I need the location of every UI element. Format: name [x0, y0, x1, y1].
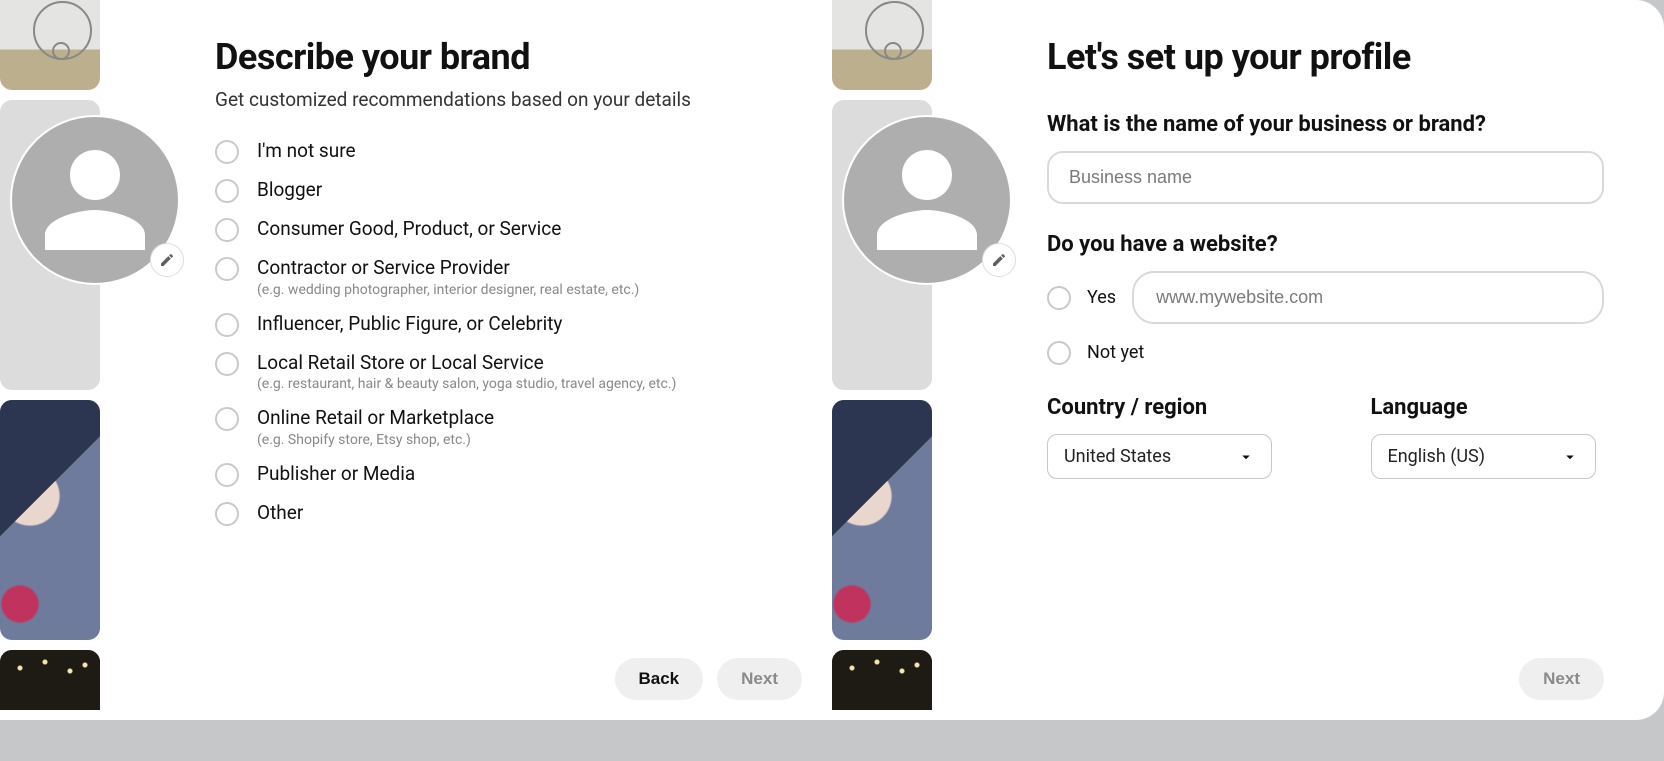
country-select[interactable]: United States: [1047, 434, 1272, 479]
radio-icon: [215, 140, 239, 164]
radio-icon: [215, 313, 239, 337]
brand-type-options: I'm not sure Blogger Consumer Good, Prod…: [215, 139, 802, 642]
yes-label[interactable]: Yes: [1087, 286, 1116, 309]
option-label: Publisher or Media: [257, 462, 415, 487]
option-label: Other: [257, 501, 303, 526]
person-icon: [35, 140, 155, 260]
option-sublabel: (e.g. wedding photographer, interior des…: [257, 282, 639, 298]
radio-icon[interactable]: [1047, 286, 1071, 310]
brand-form: Describe your brand Get customized recom…: [215, 36, 802, 700]
country-label: Country / region: [1047, 395, 1281, 420]
language-column: Language English (US): [1371, 395, 1605, 479]
thumb-face: [0, 400, 100, 640]
option-influencer[interactable]: Influencer, Public Figure, or Celebrity: [215, 312, 802, 337]
option-other[interactable]: Other: [215, 501, 802, 526]
thumb-room: [0, 0, 100, 90]
radio-icon: [215, 407, 239, 431]
profile-setup-panel: Let's set up your profile What is the na…: [832, 0, 1664, 720]
heading: Describe your brand: [215, 36, 802, 78]
thumbnail-strip: [832, 0, 932, 720]
option-publisher[interactable]: Publisher or Media: [215, 462, 802, 487]
website-input[interactable]: [1132, 271, 1604, 324]
language-label: Language: [1371, 395, 1605, 420]
radio-icon: [215, 257, 239, 281]
profile-form: Let's set up your profile What is the na…: [1047, 36, 1604, 700]
radio-icon: [215, 179, 239, 203]
website-yes-row: Yes: [1047, 271, 1604, 324]
radio-icon: [215, 502, 239, 526]
back-button[interactable]: Back: [615, 658, 704, 700]
radio-icon: [215, 352, 239, 376]
footer-actions: Next: [1047, 642, 1604, 700]
country-column: Country / region United States: [1047, 395, 1281, 479]
option-contractor[interactable]: Contractor or Service Provider (e.g. wed…: [215, 256, 802, 298]
thumb-lights: [832, 650, 932, 710]
locale-row: Country / region United States Language …: [1047, 395, 1604, 479]
brand-describe-panel: Describe your brand Get customized recom…: [0, 0, 832, 720]
edit-avatar-button[interactable]: [982, 243, 1016, 277]
option-consumer-good[interactable]: Consumer Good, Product, or Service: [215, 217, 802, 242]
option-online-retail[interactable]: Online Retail or Marketplace (e.g. Shopi…: [215, 406, 802, 448]
language-value: English (US): [1388, 446, 1486, 467]
radio-icon: [1047, 341, 1071, 365]
avatar-placeholder[interactable]: [10, 115, 180, 285]
option-sublabel: (e.g. restaurant, hair & beauty salon, y…: [257, 376, 676, 392]
thumb-lights: [0, 650, 100, 710]
option-blogger[interactable]: Blogger: [215, 178, 802, 203]
radio-icon: [215, 218, 239, 242]
pencil-icon: [159, 252, 175, 268]
language-select[interactable]: English (US): [1371, 434, 1596, 479]
footer-actions: Back Next: [215, 642, 802, 700]
thumbnail-strip: [0, 0, 100, 720]
option-label: Consumer Good, Product, or Service: [257, 217, 561, 242]
avatar-placeholder[interactable]: [842, 115, 1012, 285]
notyet-label: Not yet: [1087, 341, 1144, 364]
thumb-face: [832, 400, 932, 640]
option-label: Local Retail Store or Local Service: [257, 351, 676, 376]
next-button[interactable]: Next: [717, 658, 802, 700]
option-sublabel: (e.g. Shopify store, Etsy shop, etc.): [257, 432, 494, 448]
avatar-card: [0, 100, 100, 390]
edit-avatar-button[interactable]: [150, 243, 184, 277]
business-name-question: What is the name of your business or bra…: [1047, 112, 1604, 137]
option-label: Online Retail or Marketplace: [257, 406, 494, 431]
person-icon: [867, 140, 987, 260]
option-label: Contractor or Service Provider: [257, 256, 639, 281]
country-value: United States: [1064, 446, 1171, 467]
option-label: I'm not sure: [257, 139, 356, 164]
option-not-sure[interactable]: I'm not sure: [215, 139, 802, 164]
next-button[interactable]: Next: [1519, 658, 1604, 700]
avatar-card: [832, 100, 932, 390]
radio-icon: [215, 463, 239, 487]
pencil-icon: [991, 252, 1007, 268]
website-notyet-row[interactable]: Not yet: [1047, 340, 1604, 365]
option-label: Influencer, Public Figure, or Celebrity: [257, 312, 562, 337]
heading: Let's set up your profile: [1047, 36, 1604, 78]
option-local-retail[interactable]: Local Retail Store or Local Service (e.g…: [215, 351, 802, 393]
thumb-room: [832, 0, 932, 90]
chevron-down-icon: [1237, 448, 1255, 466]
chevron-down-icon: [1561, 448, 1579, 466]
website-question: Do you have a website?: [1047, 232, 1604, 257]
option-label: Blogger: [257, 178, 322, 203]
business-name-input[interactable]: [1047, 151, 1604, 204]
subheading: Get customized recommendations based on …: [215, 88, 802, 111]
